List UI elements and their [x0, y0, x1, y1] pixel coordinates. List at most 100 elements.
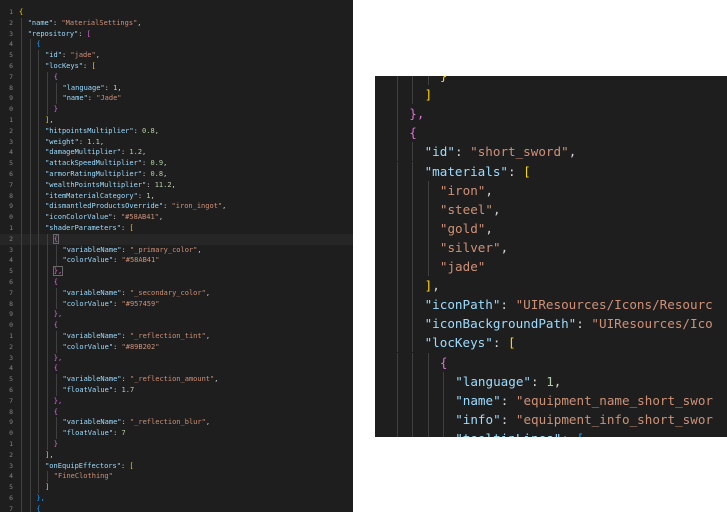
- code-line[interactable]: 7},: [0, 395, 353, 407]
- code-line[interactable]: 2],: [0, 449, 353, 461]
- code-line[interactable]: 4 "damageMultiplier": 1.2,: [0, 147, 353, 159]
- code-line[interactable]: 1],: [0, 115, 353, 126]
- code-line[interactable]: {: [375, 352, 727, 372]
- code-line[interactable]: "language": 1,: [375, 371, 727, 391]
- code-text: },: [52, 266, 64, 277]
- code-line[interactable]: ],: [375, 276, 727, 296]
- code-line[interactable]: 7 "variableName": "_secondary_color",: [0, 287, 353, 299]
- code-line[interactable]: 0{: [0, 320, 353, 331]
- indent-guide: [38, 439, 40, 450]
- code-line[interactable]: "iconPath": "UIResources/Icons/Resourc: [375, 295, 727, 315]
- code-line[interactable]: 9 "dismantledProductsOverride": "iron_ing…: [0, 201, 353, 213]
- code-line[interactable]: 7{: [0, 503, 353, 512]
- code-line[interactable]: ]: [375, 85, 727, 105]
- code-line[interactable]: 4 "FineClothing": [0, 471, 353, 483]
- code-line[interactable]: 9 "variableName": "_reflection_blur",: [0, 417, 353, 429]
- code-token: {: [36, 40, 41, 49]
- code-token: :: [500, 411, 516, 427]
- code-line[interactable]: 8 "language": 1,: [0, 82, 353, 94]
- code-line[interactable]: 4{: [0, 363, 353, 375]
- code-line[interactable]: 9 "name": "Jade": [0, 93, 353, 105]
- indent-guide: [47, 255, 49, 267]
- code-line[interactable]: "silver",: [375, 237, 727, 257]
- code-line[interactable]: 8 "itemMaterialCategory": 1,: [0, 190, 353, 202]
- code-line[interactable]: 5 "id": "jade",: [0, 50, 353, 61]
- code-token: ,: [205, 288, 211, 297]
- code-line[interactable]: 7{: [0, 71, 353, 83]
- code-line[interactable]: 5},: [0, 266, 353, 277]
- code-token: "shaderParameters": [45, 224, 121, 232]
- code-token: "_primary_color": [129, 245, 198, 254]
- code-line[interactable]: 0 "iconColorValue": "#58AB41",: [0, 212, 353, 223]
- code-token: :: [121, 418, 130, 427]
- indent-guide: [21, 104, 22, 115]
- code-line[interactable]: 8 "colorValue": "#957459": [0, 298, 353, 310]
- code-line[interactable]: 2 "hitpointsMultiplier": 0.8,: [0, 125, 353, 137]
- code-line[interactable]: "gold",: [375, 218, 727, 238]
- code-line[interactable]: 5]: [0, 482, 353, 493]
- code-line[interactable]: 1 "shaderParameters": [: [0, 223, 353, 234]
- indent-guide: [55, 374, 57, 385]
- code-token: "materials": [424, 163, 508, 179]
- code-line[interactable]: 4{: [0, 39, 353, 51]
- code-text: "weight": 1.1,: [45, 137, 104, 148]
- indent-guide: [38, 266, 40, 277]
- code-token: "_reflection_tint": [129, 332, 206, 340]
- code-line[interactable]: "name": "equipment_name_short_swor: [375, 390, 727, 410]
- indent-guide: [38, 331, 40, 342]
- code-line[interactable]: 3 "weight": 1.1,: [0, 136, 353, 148]
- indent-guide: [397, 218, 398, 238]
- indent-guide: [55, 428, 57, 439]
- code-line[interactable]: 3 "repository": [: [0, 28, 353, 40]
- code-line[interactable]: },: [375, 104, 727, 124]
- code-token: [: [91, 62, 96, 70]
- code-line[interactable]: "steel",: [375, 199, 727, 219]
- code-line[interactable]: 6},: [0, 493, 353, 504]
- code-line[interactable]: 6 "locKeys": [: [0, 61, 353, 72]
- indent-guide: [47, 395, 49, 407]
- code-line[interactable]: 4 "colorValue": "#58AB41": [0, 255, 353, 267]
- code-line[interactable]: "iconBackgroundPath": "UIResources/Ico: [375, 314, 727, 334]
- code-line[interactable]: 8{: [0, 406, 353, 418]
- code-line[interactable]: 2{: [0, 233, 353, 245]
- code-line[interactable]: 9},: [0, 309, 353, 321]
- code-line[interactable]: 6 "floatValue": 1.7: [0, 385, 353, 396]
- code-line[interactable]: "tooltipLines": [: [375, 428, 727, 437]
- code-text: {: [36, 504, 40, 512]
- code-token: "id": [424, 144, 455, 160]
- code-line[interactable]: 6 "armorRatingMultiplier": 0.8,: [0, 169, 353, 180]
- code-line[interactable]: 0 "floatValue": 7: [0, 428, 353, 439]
- line-number: 7: [9, 504, 13, 512]
- code-line[interactable]: 5 "attackSpeedMultiplier": 0.9,: [0, 158, 353, 169]
- code-line[interactable]: 1{: [0, 7, 353, 18]
- indent-guide: [412, 142, 414, 162]
- code-token: "variableName": [62, 332, 122, 340]
- code-line[interactable]: 2 "colorValue": "#89B202": [0, 341, 353, 353]
- code-line[interactable]: 1 "variableName": "_reflection_tint",: [0, 331, 353, 342]
- indent-guide: [29, 201, 31, 213]
- code-line[interactable]: 7 "wealthPointsMultiplier": 11.2,: [0, 179, 353, 191]
- code-line[interactable]: 2 "name": "MaterialSettings",: [0, 17, 353, 29]
- code-line[interactable]: "jade": [375, 257, 727, 277]
- code-line[interactable]: "locKeys": [: [375, 333, 727, 353]
- code-line[interactable]: 0}: [0, 104, 353, 115]
- code-line[interactable]: "materials": [: [375, 161, 727, 181]
- code-token: :: [87, 94, 97, 103]
- code-line[interactable]: {: [375, 123, 727, 143]
- code-line[interactable]: }: [375, 76, 727, 86]
- right-code-editor[interactable]: }]},{"id": "short_sword","materials": ["…: [375, 76, 727, 437]
- code-line[interactable]: "id": "short_sword",: [375, 142, 727, 162]
- code-line[interactable]: 3},: [0, 352, 353, 364]
- code-token: "#58AB41": [121, 256, 160, 265]
- code-line[interactable]: 3 "onEquipEffectors": [: [0, 460, 353, 472]
- line-number: 0: [9, 429, 13, 438]
- code-line[interactable]: 1}: [0, 439, 353, 450]
- code-line[interactable]: 6{: [0, 277, 353, 288]
- code-line[interactable]: "info": "equipment_info_short_swor: [375, 409, 727, 429]
- code-line[interactable]: 3 "variableName": "_primary_color",: [0, 244, 353, 256]
- indent-guide: [38, 406, 40, 418]
- code-line[interactable]: "iron",: [375, 180, 727, 200]
- code-line[interactable]: 5 "variableName": "_reflection_amount",: [0, 374, 353, 385]
- indent-guide: [442, 390, 444, 410]
- left-code-editor[interactable]: 1{2 "name": "MaterialSettings", 3 "reposito…: [0, 0, 353, 512]
